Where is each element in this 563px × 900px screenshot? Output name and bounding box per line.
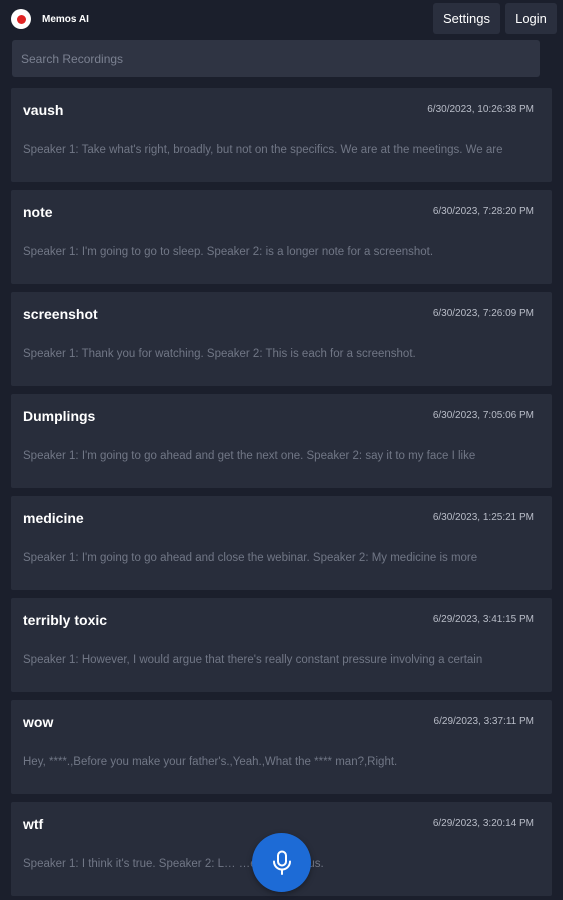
recording-card[interactable]: note 6/30/2023, 7:28:20 PM Speaker 1: I'… <box>11 190 552 284</box>
recording-date: 6/30/2023, 7:26:09 PM <box>432 308 534 319</box>
recording-snippet: Speaker 1: I'm going to go ahead and get… <box>23 450 476 462</box>
record-dot <box>16 14 26 24</box>
recording-card[interactable]: vaush 6/30/2023, 10:26:38 PM Speaker 1: … <box>11 88 552 182</box>
recording-date: 6/30/2023, 10:26:38 PM <box>427 104 534 115</box>
recording-card[interactable]: screenshot 6/30/2023, 7:26:09 PM Speaker… <box>11 292 552 386</box>
recording-title: note <box>23 204 53 220</box>
record-button[interactable] <box>252 833 311 892</box>
recording-title: wtf <box>23 816 44 832</box>
recording-title: Dumplings <box>23 408 96 424</box>
recording-snippet: Speaker 1: Take what's right, broadly, b… <box>23 144 503 156</box>
recording-card[interactable]: terribly toxic 6/29/2023, 3:41:15 PM Spe… <box>11 598 552 692</box>
settings-button[interactable]: Settings <box>433 3 500 34</box>
recording-card[interactable]: medicine 6/30/2023, 1:25:21 PM Speaker 1… <box>11 496 552 590</box>
recording-snippet: Speaker 1: I'm going to go to sleep. Spe… <box>23 246 434 258</box>
recording-snippet: Speaker 1: However, I would argue that t… <box>23 654 483 666</box>
microphone-icon <box>272 850 291 875</box>
app-title: Memos AI <box>42 13 89 25</box>
recording-snippet: Hey, ****.,Before you make your father's… <box>23 756 398 768</box>
search-input[interactable] <box>12 40 540 77</box>
record-icon <box>11 9 31 29</box>
login-button[interactable]: Login <box>505 3 557 34</box>
recording-title: terribly toxic <box>23 612 108 628</box>
recording-title: wow <box>23 714 54 730</box>
recording-date: 6/30/2023, 7:28:20 PM <box>432 206 534 217</box>
recording-date: 6/30/2023, 1:25:21 PM <box>432 512 534 523</box>
recording-title: screenshot <box>23 306 98 322</box>
recording-title: vaush <box>23 102 64 118</box>
recording-date: 6/30/2023, 7:05:06 PM <box>432 410 534 421</box>
recording-date: 6/29/2023, 3:20:14 PM <box>432 818 534 829</box>
recording-card[interactable]: wow 6/29/2023, 3:37:11 PM Hey, ****.,Bef… <box>11 700 552 794</box>
recording-snippet: Speaker 1: I'm going to go ahead and clo… <box>23 552 478 564</box>
recordings-list: vaush 6/30/2023, 10:26:38 PM Speaker 1: … <box>11 88 552 900</box>
recording-date: 6/29/2023, 3:41:15 PM <box>432 614 534 625</box>
recording-date: 6/29/2023, 3:37:11 PM <box>433 716 534 727</box>
recording-title: medicine <box>23 510 84 526</box>
recording-snippet: Speaker 1: Thank you for watching. Speak… <box>23 348 416 360</box>
app-header: Memos AI Settings Login <box>0 0 563 38</box>
brand: Memos AI <box>11 9 89 29</box>
recording-card[interactable]: Dumplings 6/30/2023, 7:05:06 PM Speaker … <box>11 394 552 488</box>
